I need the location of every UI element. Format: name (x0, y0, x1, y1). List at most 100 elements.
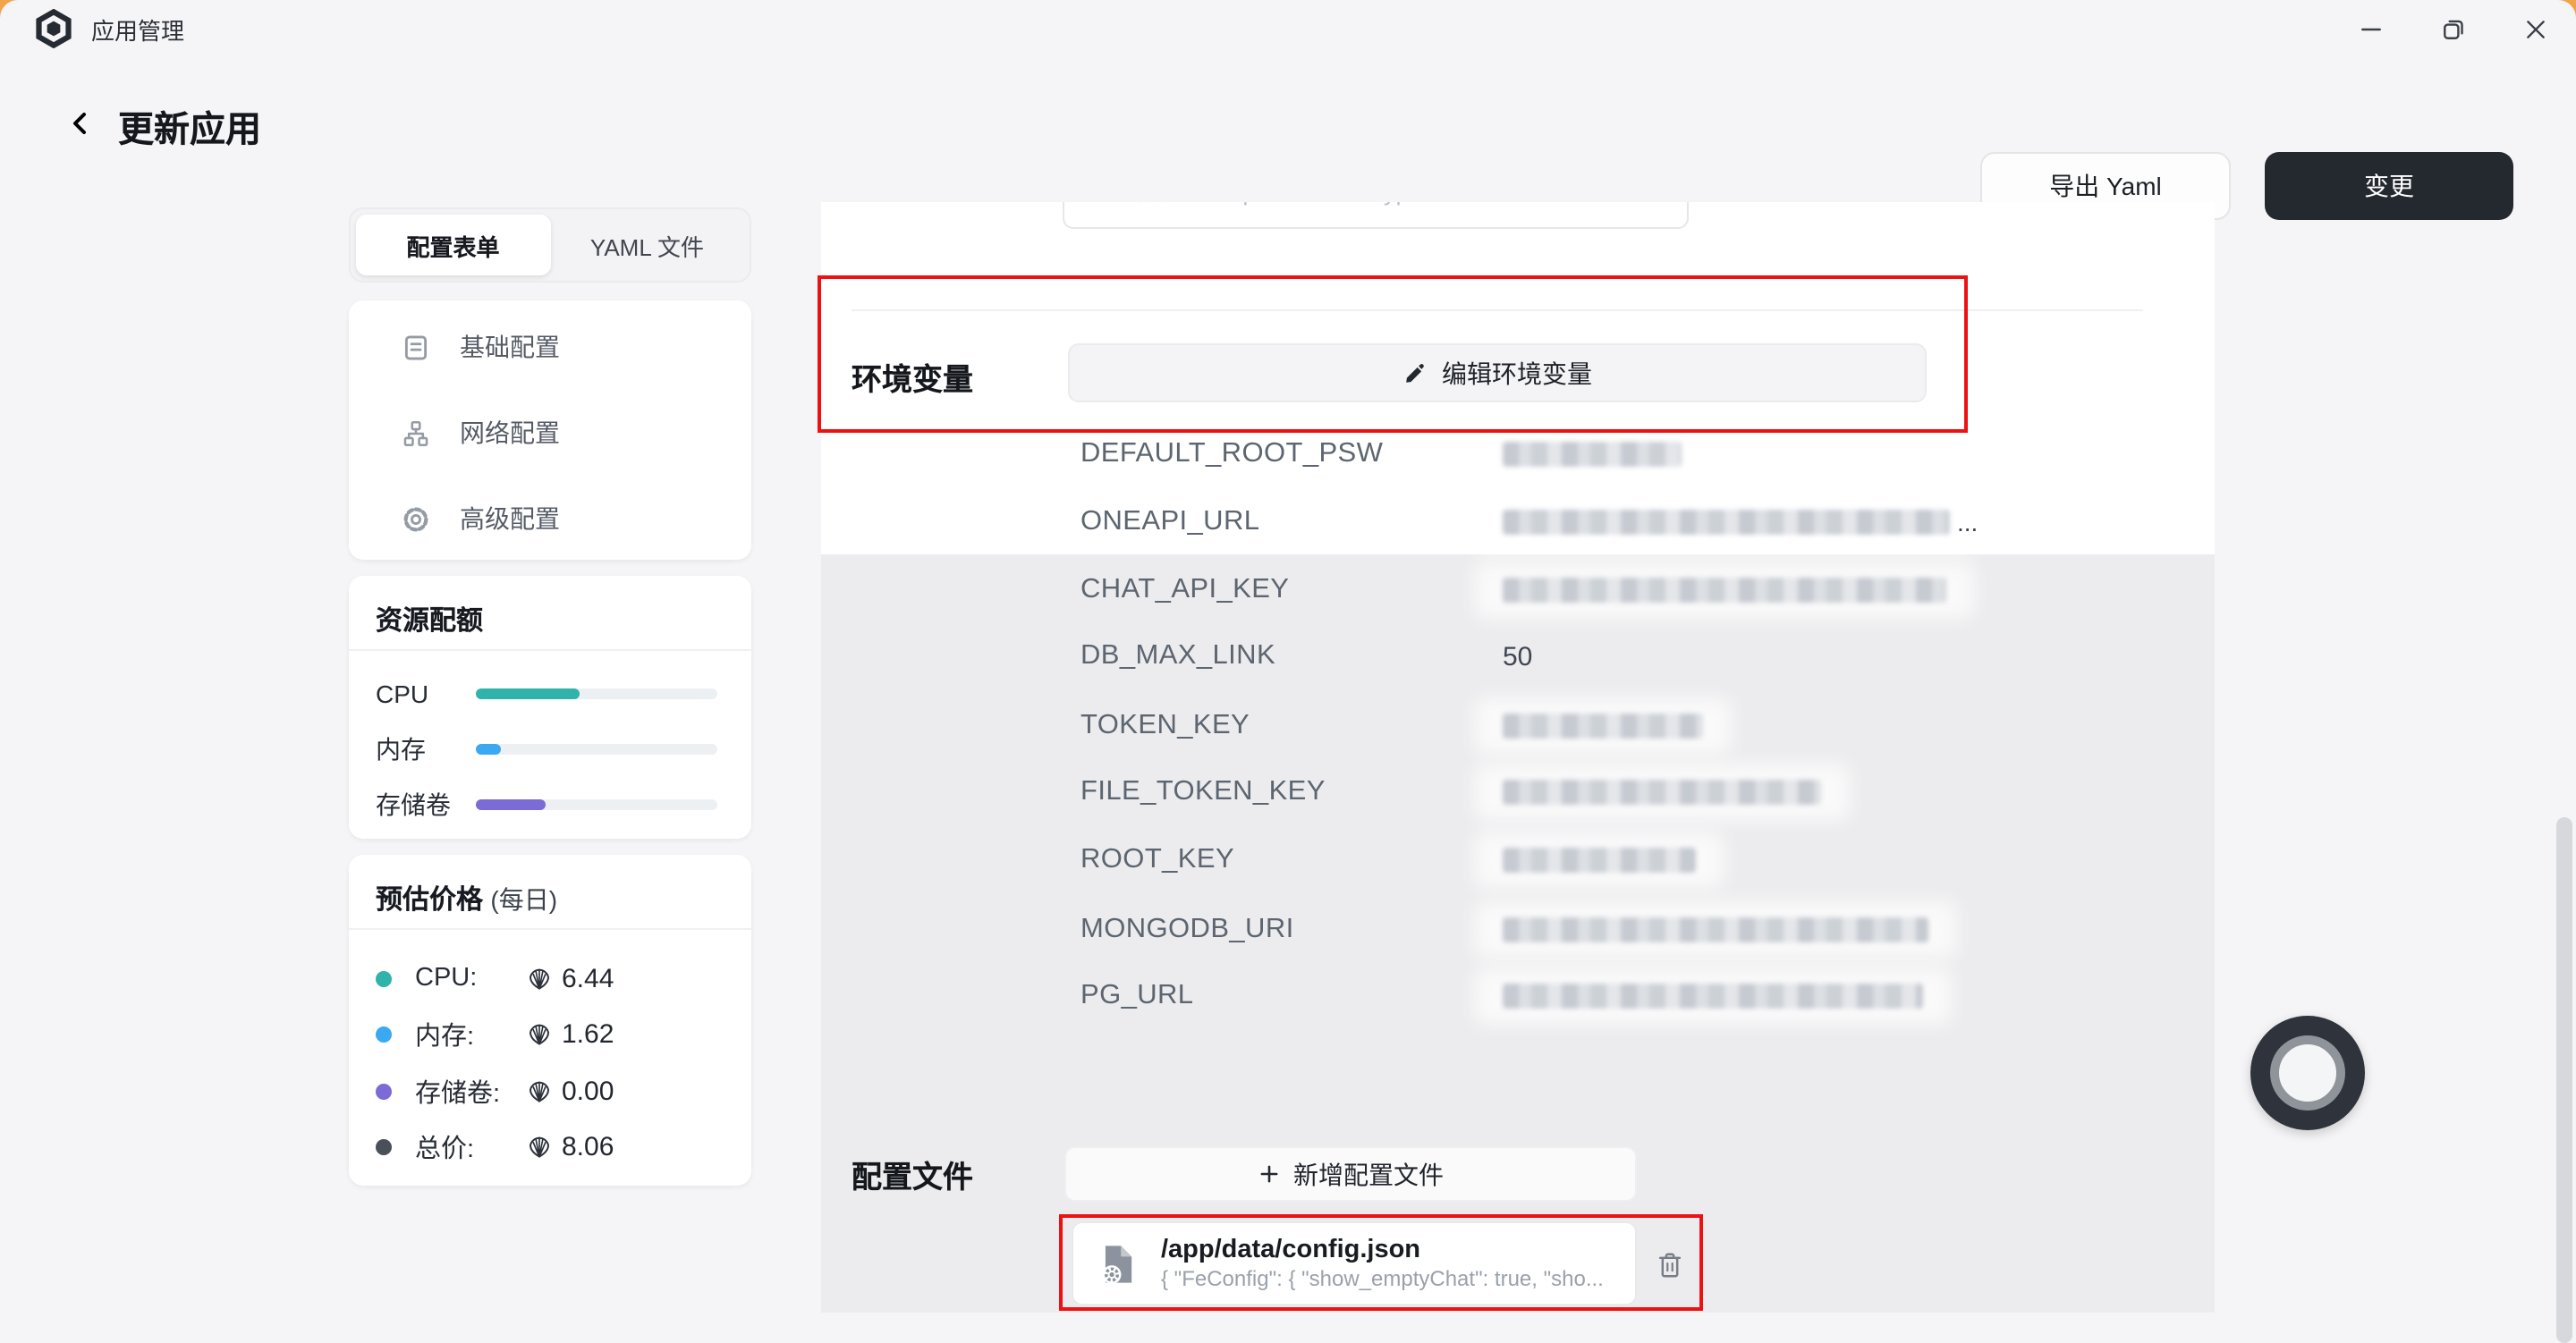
env-var-name: FILE_TOKEN_KEY (1080, 771, 1326, 814)
env-var-row: FILE_TOKEN_KEY (821, 771, 2215, 814)
sidebar-item-label: 高级配置 (460, 501, 560, 536)
trash-icon[interactable] (1657, 1250, 1683, 1280)
page-title: 更新应用 (118, 100, 261, 152)
shell-coin-icon (526, 1021, 553, 1048)
price-row: 总价:8.06 (376, 1131, 614, 1163)
env-var-name: TOKEN_KEY (1080, 705, 1250, 748)
env-var-value (1503, 839, 1696, 882)
env-var-value (1503, 975, 1923, 1018)
sitemap-icon (401, 418, 431, 448)
floating-assistant-ring (2270, 1035, 2345, 1111)
config-files-label: 配置文件 (852, 1152, 973, 1196)
apply-change-button[interactable]: 变更 (2265, 152, 2513, 220)
add-config-file-button[interactable]: 新增配置文件 (1064, 1146, 1637, 1202)
env-var-row: ROOT_KEY (821, 839, 2215, 882)
sidebar-item-label: 网络配置 (460, 415, 560, 451)
sidebar-item-network[interactable]: 网络配置 (349, 402, 751, 463)
env-var-row: PG_URL (821, 975, 2215, 1018)
env-var-row: CHAT_API_KEY (821, 569, 2215, 612)
page-header: 更新应用 导出 Yaml 变更 (0, 57, 2576, 200)
price-value: 0.00 (562, 1076, 614, 1106)
config-nav-card: 基础配置网络配置高级配置 (349, 300, 751, 560)
quota-progress-fill (476, 688, 580, 699)
env-var-row: DEFAULT_ROOT_PSW (821, 433, 2215, 476)
close-button[interactable] (2494, 0, 2576, 57)
env-var-value: ... (1503, 501, 1978, 544)
env-var-name: PG_URL (1080, 975, 1193, 1018)
scrollbar-thumb[interactable] (2556, 817, 2572, 1343)
divider (349, 649, 751, 651)
price-row: CPU: 6.44 (376, 962, 614, 994)
sidebar-item-advanced[interactable]: 高级配置 (349, 488, 751, 549)
view-tab-group: 配置表单YAML 文件 (349, 207, 751, 283)
env-var-row: DB_MAX_LINK 50 (821, 635, 2215, 678)
redacted-value-blur (1503, 984, 1923, 1009)
resource-quota-title: 资源配额 (376, 601, 483, 638)
env-var-name: DEFAULT_ROOT_PSW (1080, 433, 1383, 476)
config-file-item[interactable]: /app/data/config.json { "FeConfig": { "s… (1072, 1221, 1637, 1305)
resource-quota-card: 资源配额 CPU 内存存储卷 (349, 576, 751, 839)
price-dot (376, 1139, 392, 1155)
redacted-value-blur (1503, 714, 1703, 739)
shell-coin-icon (526, 1134, 553, 1161)
quota-row: CPU (376, 680, 717, 708)
back-button[interactable] (61, 104, 100, 143)
tab-config-form[interactable]: 配置表单 (356, 215, 550, 275)
redacted-value-blur (1503, 442, 1682, 467)
form-panel: 命令参数 例如: sleep 10 && /entrypoint.sh db c… (821, 202, 2215, 1313)
config-file-text: /app/data/config.json { "FeConfig": { "s… (1161, 1234, 1604, 1293)
price-label: CPU: (415, 964, 526, 992)
quota-progress-track (476, 688, 717, 699)
sidebar-item-basic[interactable]: 基础配置 (349, 317, 751, 377)
redacted-value-blur (1503, 780, 1821, 805)
env-var-value (1503, 705, 1703, 748)
plus-icon (1258, 1162, 1281, 1186)
env-var-name: CHAT_API_KEY (1080, 569, 1289, 612)
redacted-value-blur (1503, 578, 1946, 603)
price-value: 6.44 (562, 963, 614, 993)
env-var-plain-value: 50 (1503, 641, 1532, 672)
restore-button[interactable] (2411, 0, 2494, 57)
minimize-button[interactable] (2329, 0, 2411, 57)
estimated-price-subtitle: (每日) (490, 885, 557, 914)
shell-coin-icon (526, 965, 553, 992)
env-var-name: ROOT_KEY (1080, 839, 1234, 882)
quota-progress-fill (476, 799, 546, 810)
price-label: 存储卷: (415, 1072, 526, 1110)
quota-progress-fill (476, 744, 500, 755)
redacted-value-blur (1503, 848, 1696, 873)
env-var-value (1503, 771, 1821, 814)
estimated-price-card: 预估价格 (每日) CPU:6.44内存:1.62存储卷:0.00总价:8.06 (349, 855, 751, 1186)
price-value: 8.06 (562, 1132, 614, 1162)
price-value: 1.62 (562, 1019, 614, 1050)
price-dot (376, 1083, 392, 1099)
value-ellipsis: ... (1957, 508, 1978, 536)
document-icon (401, 332, 431, 362)
quota-label: CPU (376, 680, 476, 708)
app-title: 应用管理 (91, 12, 184, 46)
app-window: 应用管理 更新应用 导出 Yaml 变更 配置表单YAML 文件 基础配置网络配… (0, 0, 2576, 1343)
command-args-label: 命令参数 (916, 202, 1023, 216)
env-var-name: DB_MAX_LINK (1080, 635, 1275, 678)
quota-progress-track (476, 744, 717, 755)
edit-env-vars-button[interactable]: 编辑环境变量 (1068, 343, 1927, 402)
redacted-value-blur (1503, 917, 1928, 942)
redacted-value-blur (1503, 510, 1950, 535)
price-row: 内存:1.62 (376, 1018, 614, 1051)
env-vars-label: 环境变量 (852, 354, 973, 399)
quota-label: 内存 (376, 731, 476, 767)
quota-label: 存储卷 (376, 787, 476, 823)
quota-row: 存储卷 (376, 790, 717, 819)
floating-assistant-button[interactable] (2250, 1016, 2365, 1130)
tab-yaml-file[interactable]: YAML 文件 (550, 215, 744, 275)
env-var-name: ONEAPI_URL (1080, 501, 1259, 544)
command-args-placeholder: 例如: sleep 10 && /entrypoint.sh db create… (1137, 202, 1614, 207)
file-gear-icon (1095, 1240, 1141, 1287)
env-var-row: ONEAPI_URL... (821, 501, 2215, 544)
pencil-icon (1402, 360, 1428, 385)
env-var-value (1503, 908, 1928, 951)
command-args-input[interactable]: 例如: sleep 10 && /entrypoint.sh db create… (1063, 202, 1689, 229)
price-row: 存储卷: 0.00 (376, 1075, 614, 1107)
app-logo-icon (34, 9, 73, 48)
sidebar-item-label: 基础配置 (460, 329, 560, 365)
